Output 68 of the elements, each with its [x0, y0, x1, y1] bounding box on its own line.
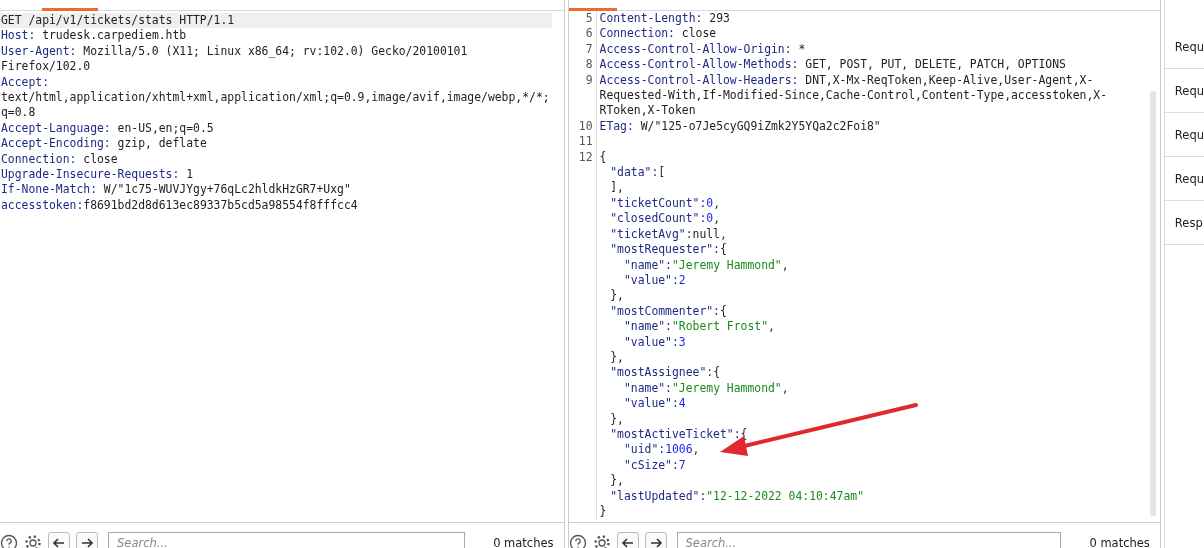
- previous-button[interactable]: [616, 532, 639, 548]
- header-line: Access-Control-Allow-Headers: DNT,X-Mx-ReqToken,Keep-Alive,User-Agent,X-Requested-With,If-Modified-Since,Cache-Control,Content-Type,accesstoken,X-RToken,X-Token: [599, 72, 1109, 119]
- json-brace: },: [610, 411, 624, 426]
- right-arrow-icon: [80, 536, 94, 548]
- json-line: "value":4: [623, 396, 686, 411]
- line-number: 12: [568, 149, 597, 166]
- inspector-section[interactable]: Requ: [1164, 69, 1204, 113]
- settings-icon[interactable]: [24, 534, 42, 548]
- tab-indicator: [568, 8, 617, 11]
- tab-indicator: [42, 8, 98, 11]
- inspector-section[interactable]: Requ: [1164, 157, 1204, 201]
- json-line: "value":2: [623, 272, 686, 287]
- header-line: Connection: close: [599, 26, 718, 42]
- header-line: Access-Control-Allow-Origin: *: [599, 41, 807, 58]
- header-line: ETag: W/"125-o7Je5cyGQ9iZmk2Y5YQa2c2Foi8": [599, 118, 882, 135]
- json-line: "cSize":7: [623, 457, 686, 472]
- header-line: Host: trudesk.carpediem.htb: [0, 28, 188, 44]
- left-arrow-icon: [52, 536, 66, 548]
- json-brace: }: [599, 504, 607, 518]
- json-line: "name":"Jeremy Hammond",: [623, 257, 789, 272]
- json-line: "data":[: [610, 165, 666, 180]
- header-line: Content-Length: 293: [599, 11, 731, 27]
- json-line: "name":"Robert Frost",: [623, 319, 775, 334]
- header-line: Accept-Language: en-US,en;q=0.5: [0, 120, 215, 137]
- search-field[interactable]: Search...: [108, 532, 466, 548]
- json-line: "mostAssignee":{: [610, 365, 720, 380]
- line-number: 8: [568, 57, 597, 73]
- line-number: 7: [568, 41, 597, 58]
- json-brace: ],: [610, 180, 624, 195]
- settings-icon[interactable]: [592, 534, 611, 548]
- next-button[interactable]: [644, 532, 667, 548]
- help-icon[interactable]: [0, 534, 18, 548]
- header-line: Connection: close: [0, 151, 119, 168]
- left-arrow-icon: [620, 536, 635, 548]
- help-icon[interactable]: [568, 534, 587, 548]
- json-line: "ticketAvg":null,: [610, 226, 727, 241]
- json-line: "name":"Jeremy Hammond",: [623, 380, 789, 395]
- header-line: Upgrade-Insecure-Requests: 1: [0, 167, 195, 183]
- match-count: 0 matches: [493, 536, 554, 548]
- json-line: "mostCommenter":{: [610, 303, 727, 318]
- previous-button[interactable]: [48, 532, 70, 548]
- line-number: 10: [568, 118, 597, 135]
- header-line: Access-Control-Allow-Methods: GET, POST, PUT, DELETE, PATCH, OPTIONS: [599, 57, 1067, 73]
- header-line: If-None-Match: W/"1c75-WUVJYgy+76qLc2hldkHzGR7+Uxg": [0, 182, 352, 198]
- json-line: "uid":1006,: [623, 442, 700, 457]
- header-line: Accept-Encoding: gzip, deflate: [0, 136, 208, 152]
- line-number: 6: [568, 26, 597, 42]
- inspector-section[interactable]: Resp: [1164, 201, 1204, 245]
- json-brace: },: [610, 288, 624, 303]
- line-number: 9: [568, 72, 597, 119]
- next-button[interactable]: [76, 532, 98, 548]
- json-brace: {: [599, 149, 607, 164]
- header-line: accesstoken:f8691bd2d8d613ec89337b5cd5a98554f8fffcc4: [0, 197, 359, 214]
- json-line: "mostRequester":{: [610, 242, 727, 257]
- json-line: "ticketCount":0,: [610, 195, 720, 210]
- json-line: "closedCount":0,: [610, 211, 720, 226]
- json-brace: },: [610, 473, 624, 488]
- line-number: 5: [568, 11, 597, 27]
- json-brace: },: [610, 349, 624, 364]
- json-line: "value":3: [623, 334, 686, 349]
- search-field[interactable]: Search...: [676, 532, 1062, 548]
- match-count: 0 matches: [1089, 536, 1150, 548]
- header-line: User-Agent: Mozilla/5.0 (X11; Linux x86_64; rv:102.0) Gecko/20100101 Firefox/102.0: [0, 43, 469, 75]
- right-arrow-icon: [648, 536, 663, 548]
- inspector-section[interactable]: Requ: [1164, 25, 1204, 69]
- line-number: 11: [568, 134, 597, 150]
- json-line: "lastUpdated":"12-12-2022 04:10:47am": [610, 488, 864, 503]
- inspector-section[interactable]: Requ: [1164, 113, 1204, 157]
